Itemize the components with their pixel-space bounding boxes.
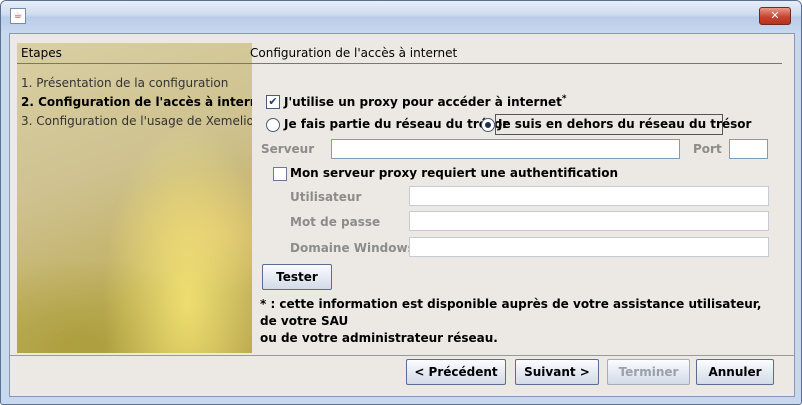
- java-icon: ☕: [10, 8, 26, 24]
- domain-label: Domaine Windows: [290, 241, 415, 255]
- domain-input[interactable]: [409, 237, 769, 257]
- panel-title: Configuration de l'accès à internet: [250, 43, 782, 64]
- steps-panel: Etapes 1. Présentation de la configurati…: [17, 43, 252, 353]
- config-panel: Configuration de l'accès à internet ✔ J'…: [250, 43, 785, 353]
- radio-inside-label[interactable]: Je fais partie du réseau du trésor: [284, 117, 508, 131]
- port-input[interactable]: [729, 139, 768, 159]
- radio-selected-dot: [485, 122, 491, 128]
- close-icon: ✕: [770, 9, 780, 22]
- step-1: 1. Présentation de la configuration: [21, 76, 229, 90]
- radio-outside-label[interactable]: Je suis en dehors du réseau du trésor: [498, 117, 751, 131]
- test-button[interactable]: Tester: [262, 264, 332, 290]
- step-3: 3. Configuration de l'usage de Xemelios: [21, 114, 252, 128]
- button-bar-separator: [10, 355, 794, 356]
- step-2-current: 2. Configuration de l'accès à internet: [21, 95, 252, 109]
- use-proxy-label[interactable]: J'utilise un proxy pour accéder à intern…: [284, 94, 567, 109]
- wizard-body: Etapes 1. Présentation de la configurati…: [9, 33, 795, 397]
- password-label: Mot de passe: [290, 215, 381, 229]
- server-label: Serveur: [261, 142, 315, 156]
- footnote-line-1: * : cette information est disponible aup…: [260, 297, 762, 328]
- finish-button[interactable]: Terminer: [607, 359, 690, 385]
- steps-title: Etapes: [17, 43, 252, 64]
- title-bar[interactable]: ☕ ✕: [1, 1, 801, 31]
- footnote-line-2: ou de votre administrateur réseau.: [260, 331, 498, 345]
- user-input[interactable]: [409, 186, 769, 206]
- previous-button[interactable]: < Précédent: [406, 359, 506, 385]
- password-input[interactable]: [409, 211, 769, 231]
- radio-outside-network[interactable]: [481, 118, 495, 132]
- auth-checkbox[interactable]: [273, 167, 287, 181]
- cancel-button[interactable]: Annuler: [696, 359, 774, 385]
- footnote: * : cette information est disponible aup…: [260, 296, 780, 347]
- next-button[interactable]: Suivant >: [515, 359, 599, 385]
- radio-inside-network[interactable]: [266, 118, 280, 132]
- wizard-window: ☕ ✕ Etapes 1. Présentation de la configu…: [0, 0, 802, 405]
- port-label: Port: [693, 142, 722, 156]
- user-label: Utilisateur: [290, 190, 362, 204]
- auth-label[interactable]: Mon serveur proxy requiert une authentif…: [290, 166, 618, 180]
- server-input[interactable]: [331, 139, 680, 159]
- use-proxy-checkbox[interactable]: ✔: [266, 95, 280, 109]
- close-button[interactable]: ✕: [759, 7, 791, 25]
